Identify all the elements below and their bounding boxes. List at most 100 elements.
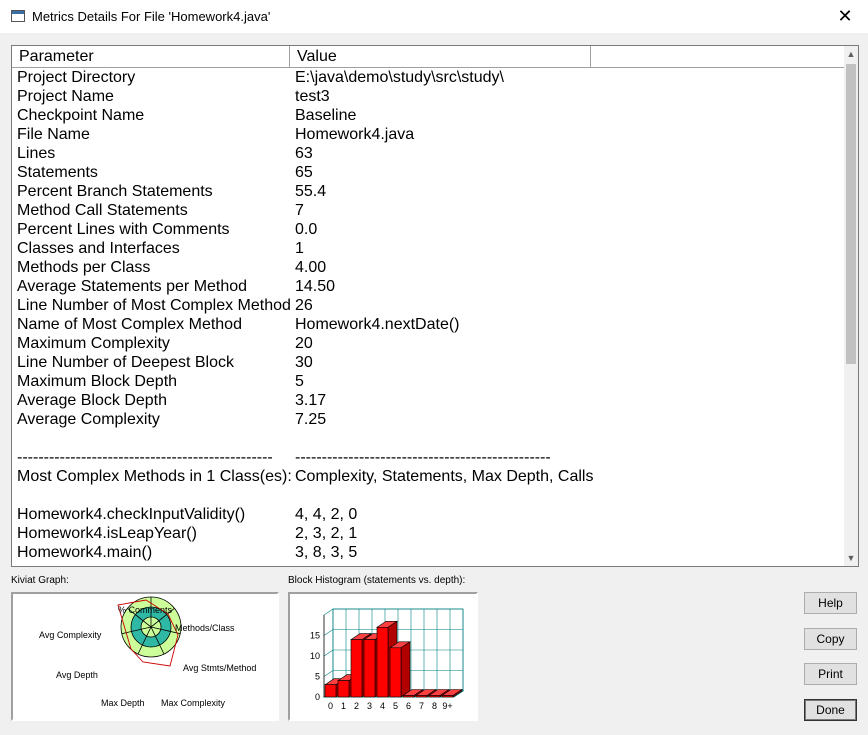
table-header: Parameter Value (12, 46, 846, 68)
value-cell: ----------------------------------------… (295, 449, 551, 466)
histogram-bar (428, 695, 441, 698)
value-cell: 0.0 (295, 221, 318, 238)
table-row[interactable]: Percent Branch Statements 55.4 (12, 182, 846, 201)
histogram-x-tick: 7 (419, 701, 424, 711)
close-button[interactable]: ✕ (822, 0, 868, 33)
table-row[interactable]: Methods per Class 4.00 (12, 258, 846, 277)
value-cell: 3.17 (295, 392, 327, 409)
table-row[interactable]: Most Complex Methods in 1 Class(es): Comp… (12, 467, 846, 486)
value-cell: 4.00 (295, 259, 327, 276)
table-row[interactable]: Line Number of Deepest Block 30 (12, 353, 846, 372)
value-cell: E:\java\demo\study\src\study\ (295, 69, 504, 86)
value-cell: 2, 3, 2, 1 (295, 525, 358, 542)
scroll-down-arrow-icon[interactable]: ▼ (844, 550, 858, 566)
histogram-y-tick: 10 (310, 651, 320, 661)
histogram-x-tick: 4 (380, 701, 385, 711)
print-button[interactable]: Print (804, 663, 857, 685)
table-row[interactable]: Project Name test3 (12, 87, 846, 106)
histogram-x-tick: 5 (393, 701, 398, 711)
parameter-cell: Average Complexity (17, 411, 160, 428)
histogram-y-tick: 0 (315, 692, 320, 702)
table-row[interactable]: Checkpoint Name Baseline (12, 106, 846, 125)
table-row[interactable]: ----------------------------------------… (12, 448, 846, 467)
kiviat-axis-label: Avg Depth (56, 670, 98, 680)
parameter-cell: Project Name (17, 88, 114, 105)
table-row[interactable]: Average Block Depth 3.17 (12, 391, 846, 410)
table-row[interactable]: Average Complexity 7.25 (12, 410, 846, 429)
histogram-x-tick: 1 (341, 701, 346, 711)
parameter-cell: ----------------------------------------… (17, 449, 273, 466)
parameter-cell: Line Number of Most Complex Method (17, 297, 291, 314)
table-row[interactable]: Method Call Statements 7 (12, 201, 846, 220)
table-row[interactable]: Line Number of Most Complex Method 26 (12, 296, 846, 315)
window-title: Metrics Details For File 'Homework4.java… (32, 9, 271, 24)
table-row[interactable] (12, 429, 846, 448)
parameter-cell: File Name (17, 126, 90, 143)
table-row[interactable]: Lines 63 (12, 144, 846, 163)
kiviat-axis-label: Methods/Class (175, 623, 235, 633)
histogram-gridline (323, 629, 334, 636)
value-cell: 5 (295, 373, 304, 390)
vertical-scrollbar[interactable]: ▲ ▼ (844, 46, 858, 566)
histogram-gridline (323, 670, 334, 677)
table-row[interactable]: Homework4.checkInputValidity() 4, 4, 2, 0 (12, 505, 846, 524)
parameter-cell: Percent Lines with Comments (17, 221, 230, 238)
table-row[interactable]: File Name Homework4.java (12, 125, 846, 144)
histogram-x-tick: 3 (367, 701, 372, 711)
scroll-up-arrow-icon[interactable]: ▲ (844, 46, 858, 62)
table-row[interactable]: Statements 65 (12, 163, 846, 182)
column-header-value[interactable]: Value (290, 46, 591, 67)
table-row[interactable]: Maximum Block Depth 5 (12, 372, 846, 391)
value-cell: 65 (295, 164, 313, 181)
table-row[interactable]: Homework4.main() 3, 8, 3, 5 (12, 543, 846, 562)
block-histogram: 1510500 1 2 3 4 5 6 7 8 9+ (310, 608, 465, 711)
kiviat-axis-label: % Comments (118, 605, 173, 615)
table-row[interactable]: Average Statements per Method 14.50 (12, 277, 846, 296)
histogram-gridline (323, 649, 334, 657)
histogram-gridline (323, 608, 334, 616)
kiviat-axis-label: Avg Complexity (39, 630, 102, 640)
value-cell: Complexity, Statements, Max Depth, Calls (295, 468, 594, 485)
help-button[interactable]: Help (804, 592, 857, 614)
table-row[interactable] (12, 486, 846, 505)
parameter-cell: Percent Branch Statements (17, 183, 213, 200)
scroll-thumb[interactable] (846, 64, 856, 364)
parameter-cell: Homework4.checkInputValidity() (17, 506, 246, 523)
parameter-cell: Name of Most Complex Method (17, 316, 242, 333)
histogram-bar (415, 695, 428, 698)
histogram-x-tick: 2 (354, 701, 359, 711)
done-button[interactable]: Done (804, 699, 857, 721)
value-cell: 1 (295, 240, 304, 257)
histogram-bar-side (400, 641, 411, 698)
value-cell: Homework4.nextDate() (295, 316, 460, 333)
table-row[interactable]: Project Directory E:\java\demo\study\src\… (12, 68, 846, 87)
table-row[interactable]: Homework4.isLeapYear() 2, 3, 2, 1 (12, 524, 846, 543)
histogram-bar (324, 684, 337, 698)
parameter-cell: Maximum Block Depth (17, 373, 178, 390)
value-cell: 3, 8, 3, 5 (295, 544, 358, 561)
histogram-x-tick: 6 (406, 701, 411, 711)
kiviat-axis-label: Avg Stmts/Method (183, 663, 256, 673)
histogram-x-tick: 9+ (442, 701, 452, 711)
copy-button[interactable]: Copy (804, 628, 857, 650)
histogram-bar (376, 626, 389, 698)
histogram-y-tick: 15 (310, 631, 320, 641)
parameter-cell: Checkpoint Name (17, 107, 145, 124)
table-row[interactable]: Classes and Interfaces 1 (12, 239, 846, 258)
value-cell: test3 (295, 88, 330, 105)
histogram-x-tick: 0 (328, 701, 333, 711)
parameter-cell: Classes and Interfaces (17, 240, 180, 257)
column-header-parameter[interactable]: Parameter (12, 46, 290, 67)
histogram-bar (363, 639, 376, 698)
metrics-table: Parameter Value Project Directory E:\java… (11, 45, 859, 567)
parameter-cell: Statements (17, 164, 98, 181)
table-row[interactable]: Maximum Complexity 20 (12, 334, 846, 353)
histogram-bar (337, 680, 350, 698)
value-cell: Baseline (295, 107, 357, 124)
table-row[interactable]: Name of Most Complex Method Homework4.nex… (12, 315, 846, 334)
parameter-cell: Most Complex Methods in 1 Class(es): (17, 468, 292, 485)
histogram-label: Block Histogram (statements vs. depth): (288, 575, 466, 586)
kiviat-axis-label: Max Complexity (161, 698, 226, 708)
window-icon (11, 10, 25, 22)
table-row[interactable]: Percent Lines with Comments 0.0 (12, 220, 846, 239)
